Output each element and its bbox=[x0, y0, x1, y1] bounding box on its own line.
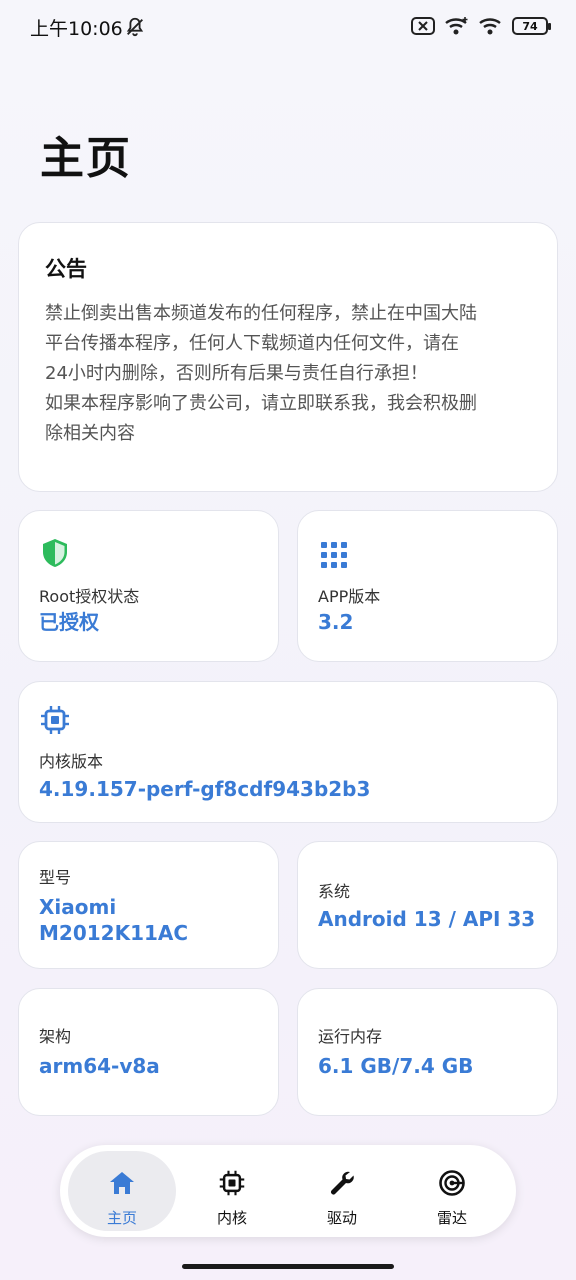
bottom-nav: 主页 内核 驱动 雷达 bbox=[60, 1145, 516, 1237]
nav-item-radar[interactable]: 雷达 bbox=[398, 1151, 506, 1231]
arch-label: 架构 bbox=[39, 1027, 72, 1046]
status-time: 上午10:06 bbox=[30, 18, 123, 40]
system-card[interactable]: 系统 Android 13 / API 33 bbox=[297, 841, 558, 969]
memory-value: 6.1 GB/7.4 GB bbox=[318, 1054, 474, 1078]
kernel-version-value: 4.19.157-perf-gf8cdf943b2b3 bbox=[39, 777, 371, 801]
home-icon bbox=[110, 1172, 134, 1194]
radar-icon bbox=[439, 1170, 465, 1196]
root-status-value: 已授权 bbox=[39, 610, 99, 634]
nav-label-home: 主页 bbox=[106, 1209, 137, 1227]
notice-card: 公告 禁止倒卖出售本频道发布的任何程序，禁止在中国大陆 平台传播本程序，任何人下… bbox=[18, 222, 558, 492]
wifi-icon bbox=[479, 18, 501, 35]
kernel-version-label: 内核版本 bbox=[39, 752, 104, 771]
status-icons: 74 bbox=[410, 14, 551, 38]
model-value-line1: Xiaomi bbox=[39, 895, 117, 919]
notice-line: 如果本程序影响了贵公司，请立即联系我，我会积极删 bbox=[45, 393, 477, 414]
notice-body: 禁止倒卖出售本频道发布的任何程序，禁止在中国大陆 平台传播本程序，任何人下载频道… bbox=[45, 299, 531, 449]
shield-check-icon bbox=[43, 539, 67, 567]
home-indicator[interactable] bbox=[182, 1264, 394, 1269]
model-card[interactable]: 型号 Xiaomi M2012K11AC bbox=[18, 841, 279, 969]
nav-label-kernel: 内核 bbox=[216, 1209, 247, 1227]
wrench-icon bbox=[331, 1171, 354, 1195]
chip-icon bbox=[219, 1170, 245, 1196]
kernel-version-card[interactable]: 内核版本 4.19.157-perf-gf8cdf943b2b3 bbox=[18, 681, 558, 823]
notice-line: 平台传播本程序，任何人下载频道内任何文件，请在 bbox=[45, 333, 459, 354]
memory-card[interactable]: 运行内存 6.1 GB/7.4 GB bbox=[297, 988, 558, 1116]
notice-line: 禁止倒卖出售本频道发布的任何程序，禁止在中国大陆 bbox=[45, 303, 477, 324]
app-version-label: APP版本 bbox=[318, 587, 381, 606]
model-label: 型号 bbox=[39, 868, 72, 887]
app-version-value: 3.2 bbox=[318, 610, 354, 634]
system-label: 系统 bbox=[318, 882, 351, 901]
screen: 上午10:06 74 主页 公告 禁止倒卖出售本频道发布的任何程序，禁止在中国大… bbox=[0, 0, 576, 1280]
sim-error-icon bbox=[411, 17, 435, 35]
app-version-card[interactable]: APP版本 3.2 bbox=[297, 510, 558, 662]
wifi-icon bbox=[445, 17, 468, 35]
model-value-line2: M2012K11AC bbox=[39, 921, 189, 945]
notice-line: 除相关内容 bbox=[45, 423, 135, 444]
page-title: 主页 bbox=[40, 133, 132, 184]
notice-line: 24小时内删除，否则所有后果与责任自行承担！ bbox=[45, 363, 428, 384]
nav-item-driver[interactable]: 驱动 bbox=[288, 1151, 396, 1231]
nav-label-driver: 驱动 bbox=[326, 1209, 357, 1227]
nav-item-kernel[interactable]: 内核 bbox=[178, 1151, 286, 1231]
apps-grid-icon bbox=[321, 542, 347, 568]
battery-level: 74 bbox=[522, 19, 538, 33]
nav-label-radar: 雷达 bbox=[436, 1209, 467, 1227]
chip-icon bbox=[41, 706, 69, 734]
bell-off-icon bbox=[126, 17, 144, 37]
arch-value: arm64-v8a bbox=[39, 1054, 160, 1078]
arch-card[interactable]: 架构 arm64-v8a bbox=[18, 988, 279, 1116]
status-bar: 上午10:06 74 bbox=[0, 0, 576, 52]
root-status-card[interactable]: Root授权状态 已授权 bbox=[18, 510, 279, 662]
notice-title: 公告 bbox=[45, 257, 87, 281]
memory-label: 运行内存 bbox=[318, 1027, 383, 1046]
battery-icon: 74 bbox=[512, 17, 551, 35]
nav-item-home[interactable]: 主页 bbox=[68, 1151, 176, 1231]
root-status-label: Root授权状态 bbox=[39, 587, 140, 606]
system-value: Android 13 / API 33 bbox=[318, 907, 536, 931]
